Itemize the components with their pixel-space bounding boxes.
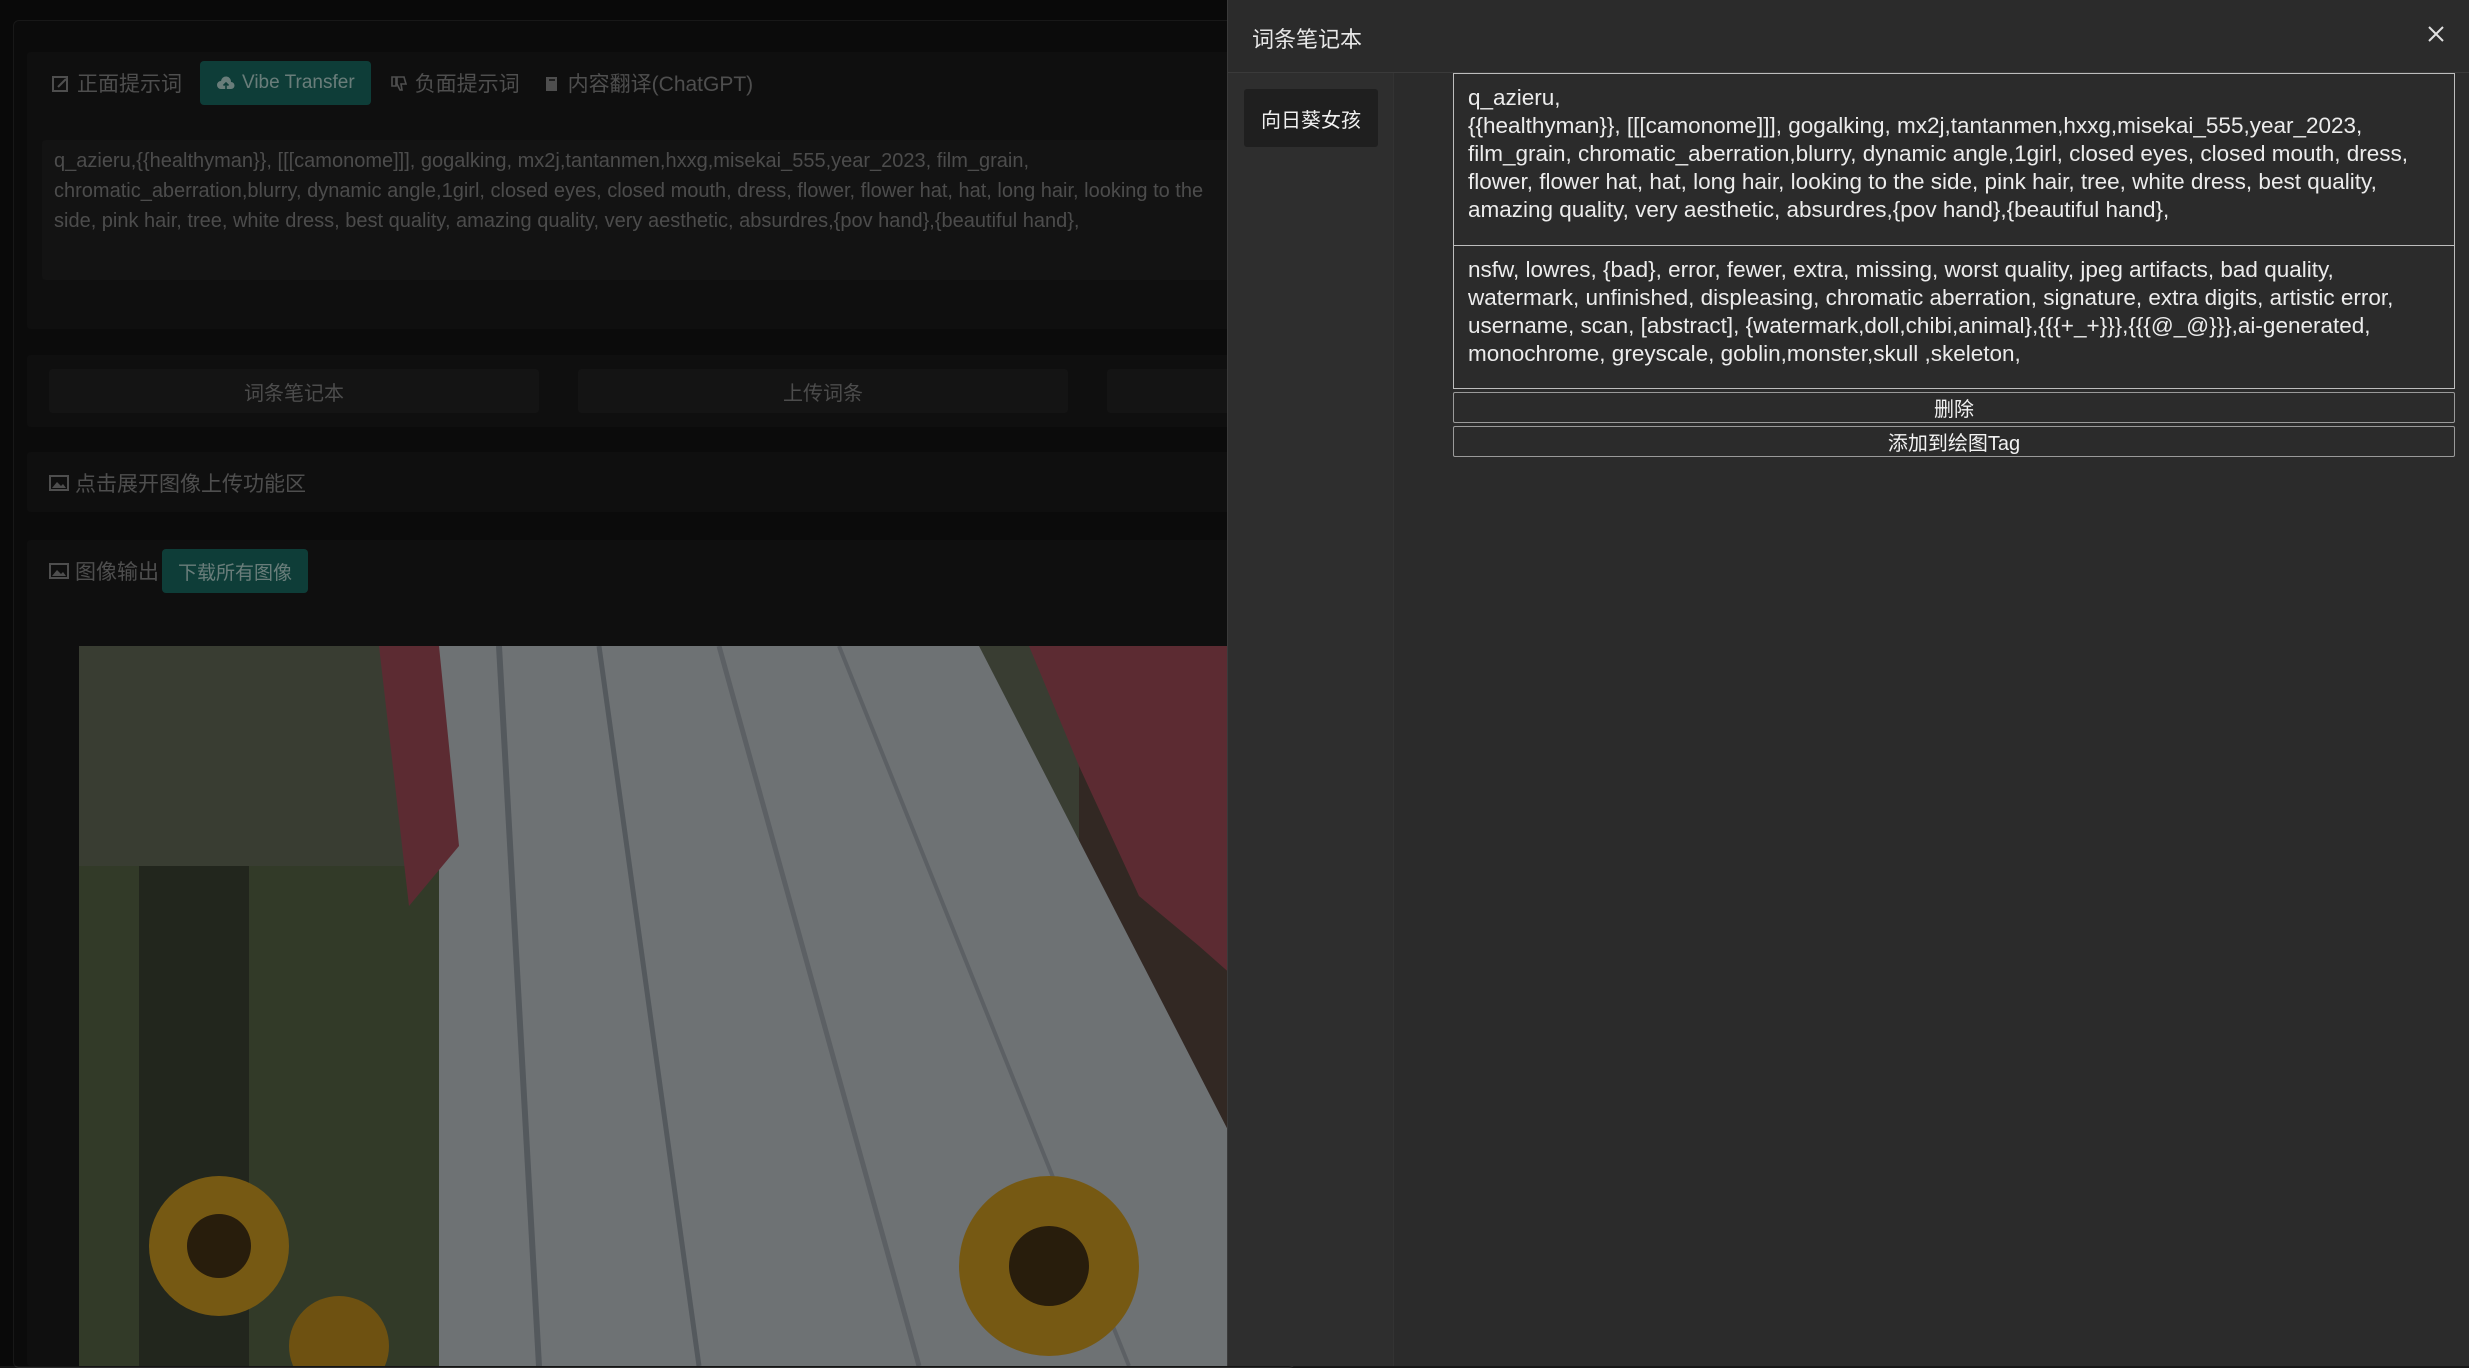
entry-detail: q_azieru, {{healthyman}}, [[[camonome]]]… [1453, 73, 2455, 457]
drawer-title: 词条笔记本 [1252, 27, 1363, 52]
entry-item-label: 向日葵女孩 [1261, 109, 1361, 132]
close-button[interactable] [2424, 22, 2448, 46]
add-to-tag-button[interactable]: 添加到绘图Tag [1453, 426, 2455, 457]
entry-list: 向日葵女孩 [1228, 73, 1394, 1366]
negative-prompt-field[interactable]: nsfw, lowres, {bad}, error, fewer, extra… [1453, 246, 2455, 389]
delete-button[interactable]: 删除 [1453, 392, 2455, 423]
drawer-header: 词条笔记本 [1228, 0, 2469, 73]
delete-button-label: 删除 [1934, 399, 1974, 421]
notebook-drawer: 词条笔记本 向日葵女孩 q_azieru, {{healthyman}}, [[… [1227, 0, 2469, 1366]
add-to-tag-label: 添加到绘图Tag [1887, 433, 2021, 455]
modal-backdrop[interactable] [0, 0, 1227, 1366]
entry-item[interactable]: 向日葵女孩 [1244, 89, 1378, 147]
close-icon [2428, 26, 2444, 42]
positive-prompt-field[interactable]: q_azieru, {{healthyman}}, [[[camonome]]]… [1453, 73, 2455, 246]
